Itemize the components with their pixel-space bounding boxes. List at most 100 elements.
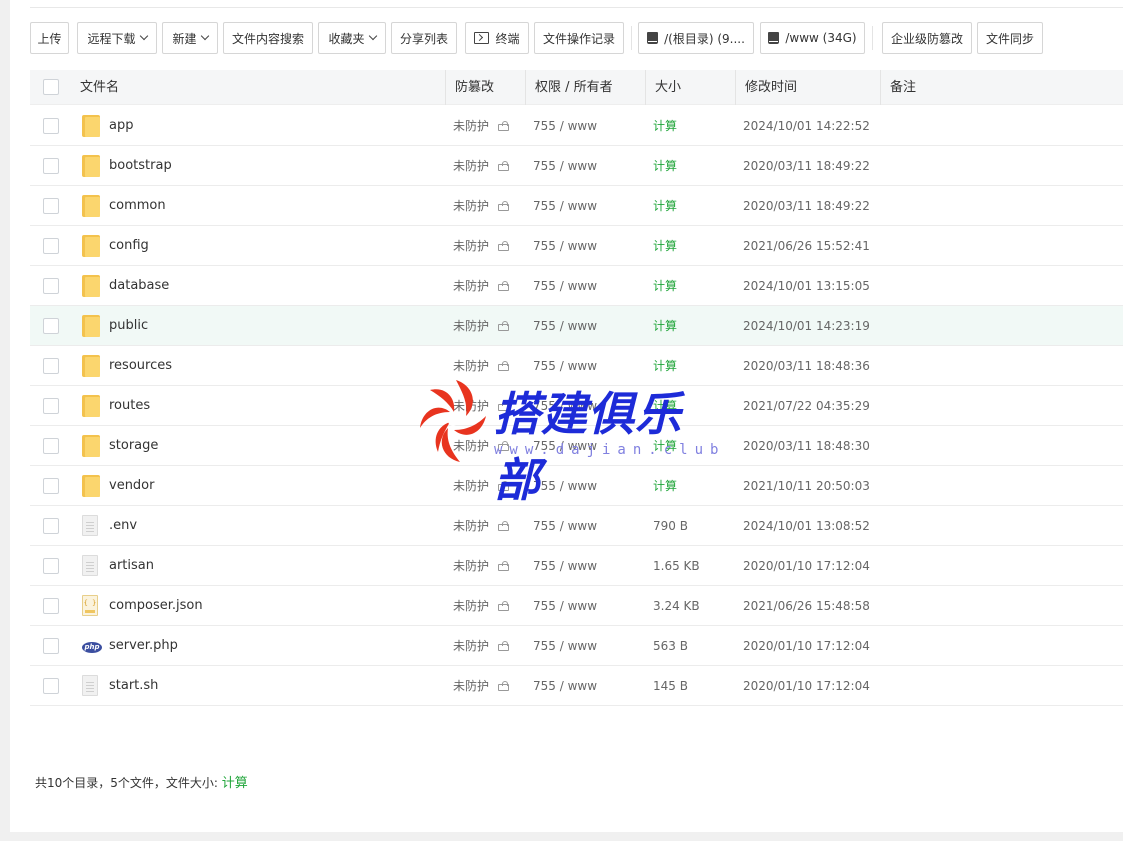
remote-download-button[interactable]: 远程下载 (77, 22, 157, 54)
table-row[interactable]: storage 未防护 755 / www 计算 2020/03/11 18:48:30 (30, 426, 1123, 466)
permission-owner[interactable]: 755 / www (533, 466, 597, 506)
new-button[interactable]: 新建 (162, 22, 218, 54)
file-name[interactable]: routes (109, 386, 150, 426)
file-name[interactable]: common (109, 186, 166, 226)
disk-www-button[interactable]: /www (34G) (760, 22, 865, 54)
unlock-icon[interactable] (498, 521, 509, 531)
row-checkbox[interactable] (43, 678, 59, 694)
row-checkbox[interactable] (43, 638, 59, 654)
enterprise-protect-button[interactable]: 企业级防篡改 (882, 22, 972, 54)
calc-size-link[interactable]: 计算 (653, 306, 677, 346)
row-checkbox[interactable] (43, 158, 59, 174)
unlock-icon[interactable] (498, 361, 509, 371)
calc-size-link[interactable]: 计算 (653, 146, 677, 186)
unlock-icon[interactable] (498, 321, 509, 331)
table-row[interactable]: common 未防护 755 / www 计算 2020/03/11 18:49:22 (30, 186, 1123, 226)
unlock-icon[interactable] (498, 561, 509, 571)
row-checkbox[interactable] (43, 478, 59, 494)
calc-size-link[interactable]: 计算 (653, 386, 677, 426)
row-checkbox[interactable] (43, 238, 59, 254)
calc-size-link[interactable]: 计算 (653, 466, 677, 506)
calc-size-link[interactable]: 计算 (653, 346, 677, 386)
table-row[interactable]: start.sh 未防护 755 / www 145 B 2020/01/10 17:1… (30, 666, 1123, 706)
unlock-icon[interactable] (498, 121, 509, 131)
content-search-button[interactable]: 文件内容搜索 (223, 22, 313, 54)
calc-size-link[interactable]: 计算 (653, 186, 677, 226)
file-name[interactable]: storage (109, 426, 158, 466)
upload-button[interactable]: 上传 (30, 22, 69, 54)
row-checkbox[interactable] (43, 278, 59, 294)
unlock-icon[interactable] (498, 201, 509, 211)
permission-owner[interactable]: 755 / www (533, 506, 597, 546)
unlock-icon[interactable] (498, 441, 509, 451)
table-row[interactable]: resources 未防护 755 / www 计算 2020/03/11 18:48:… (30, 346, 1123, 386)
permission-owner[interactable]: 755 / www (533, 306, 597, 346)
permission-owner[interactable]: 755 / www (533, 186, 597, 226)
row-checkbox[interactable] (43, 398, 59, 414)
file-name[interactable]: server.php (109, 626, 178, 666)
unlock-icon[interactable] (498, 601, 509, 611)
disk-root-button[interactable]: /(根目录) (9.... (638, 22, 754, 54)
header-perm[interactable]: 权限 / 所有者 (525, 70, 613, 105)
row-checkbox[interactable] (43, 118, 59, 134)
header-name[interactable]: 文件名 (80, 70, 119, 105)
permission-owner[interactable]: 755 / www (533, 226, 597, 266)
permission-owner[interactable]: 755 / www (533, 546, 597, 586)
file-name[interactable]: artisan (109, 546, 154, 586)
file-log-button[interactable]: 文件操作记录 (534, 22, 624, 54)
permission-owner[interactable]: 755 / www (533, 146, 597, 186)
unlock-icon[interactable] (498, 641, 509, 651)
row-checkbox[interactable] (43, 198, 59, 214)
table-row[interactable]: .env 未防护 755 / www 790 B 2024/10/01 13:08:52 (30, 506, 1123, 546)
file-name[interactable]: resources (109, 346, 172, 386)
file-name[interactable]: bootstrap (109, 146, 172, 186)
unlock-icon[interactable] (498, 481, 509, 491)
permission-owner[interactable]: 755 / www (533, 386, 597, 426)
table-row[interactable]: artisan 未防护 755 / www 1.65 KB 2020/01/10 17:… (30, 546, 1123, 586)
calc-total-link[interactable]: 计算 (222, 776, 248, 791)
file-name[interactable]: composer.json (109, 586, 203, 626)
table-row[interactable]: { } composer.json 未防护 755 / www 3.24 KB 2021/… (30, 586, 1123, 626)
calc-size-link[interactable]: 计算 (653, 266, 677, 306)
table-row[interactable]: routes 未防护 755 / www 计算 2021/07/22 04:35:29 (30, 386, 1123, 426)
unlock-icon[interactable] (498, 281, 509, 291)
header-protect[interactable]: 防篡改 (445, 70, 494, 105)
row-checkbox[interactable] (43, 358, 59, 374)
permission-owner[interactable]: 755 / www (533, 626, 597, 666)
file-name[interactable]: .env (109, 506, 137, 546)
share-list-button[interactable]: 分享列表 (391, 22, 457, 54)
unlock-icon[interactable] (498, 681, 509, 691)
permission-owner[interactable]: 755 / www (533, 106, 597, 146)
row-checkbox[interactable] (43, 518, 59, 534)
table-row[interactable]: vendor 未防护 755 / www 计算 2021/10/11 20:50:03 (30, 466, 1123, 506)
file-name[interactable]: config (109, 226, 149, 266)
favorites-button[interactable]: 收藏夹 (318, 22, 386, 54)
select-all-checkbox[interactable] (43, 79, 59, 95)
permission-owner[interactable]: 755 / www (533, 426, 597, 466)
table-row[interactable]: bootstrap 未防护 755 / www 计算 2020/03/11 18:49:… (30, 146, 1123, 186)
file-name[interactable]: vendor (109, 466, 154, 506)
terminal-button[interactable]: 终端 (465, 22, 529, 54)
unlock-icon[interactable] (498, 401, 509, 411)
permission-owner[interactable]: 755 / www (533, 266, 597, 306)
table-row[interactable]: config 未防护 755 / www 计算 2021/06/26 15:52:41 (30, 226, 1123, 266)
file-name[interactable]: app (109, 106, 133, 146)
calc-size-link[interactable]: 计算 (653, 226, 677, 266)
calc-size-link[interactable]: 计算 (653, 426, 677, 466)
table-row[interactable]: database 未防护 755 / www 计算 2024/10/01 13:15:0… (30, 266, 1123, 306)
row-checkbox[interactable] (43, 318, 59, 334)
header-size[interactable]: 大小 (645, 70, 681, 105)
file-name[interactable]: start.sh (109, 666, 158, 706)
header-mtime[interactable]: 修改时间 (735, 70, 797, 105)
calc-size-link[interactable]: 计算 (653, 106, 677, 146)
table-row[interactable]: php server.php 未防护 755 / www 563 B 2020/01/10… (30, 626, 1123, 666)
table-row[interactable]: public 未防护 755 / www 计算 2024/10/01 14:23:19 (30, 306, 1123, 346)
permission-owner[interactable]: 755 / www (533, 346, 597, 386)
permission-owner[interactable]: 755 / www (533, 586, 597, 626)
row-checkbox[interactable] (43, 598, 59, 614)
unlock-icon[interactable] (498, 161, 509, 171)
table-row[interactable]: app 未防护 755 / www 计算 2024/10/01 14:22:52 (30, 106, 1123, 146)
row-checkbox[interactable] (43, 438, 59, 454)
unlock-icon[interactable] (498, 241, 509, 251)
file-name[interactable]: public (109, 306, 148, 346)
